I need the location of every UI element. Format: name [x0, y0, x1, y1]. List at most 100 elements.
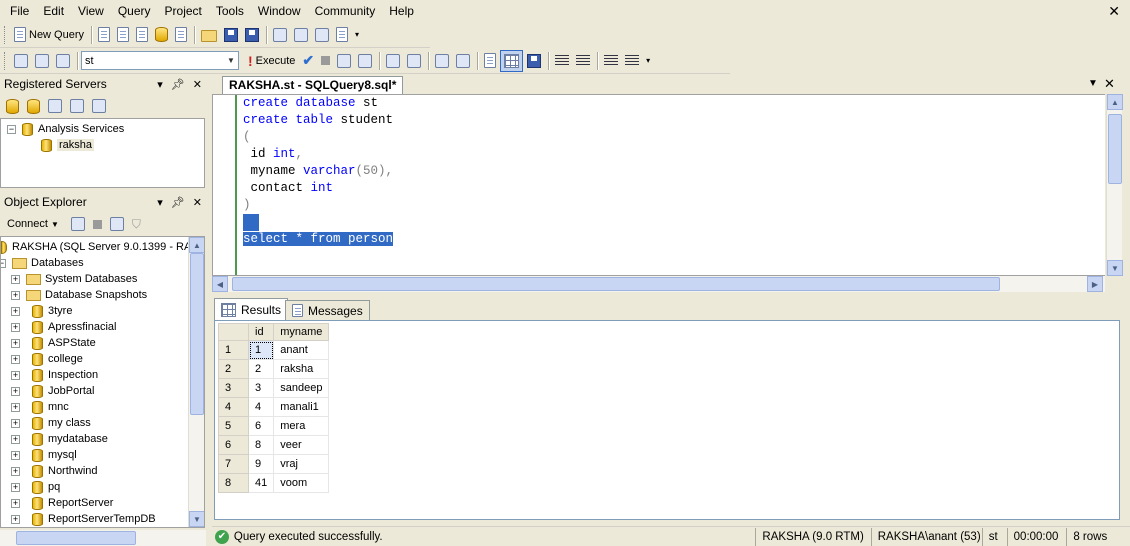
query-options-button[interactable]	[383, 50, 403, 72]
tree-node-database[interactable]: + ReportServerTempDB	[11, 511, 156, 527]
open-file-button[interactable]	[198, 24, 220, 46]
row-number-cell[interactable]: 2	[218, 359, 249, 379]
close-icon[interactable]: ✕	[193, 78, 202, 91]
integration-services-icon[interactable]	[92, 99, 106, 113]
window-close-icon[interactable]: ✕	[1108, 3, 1120, 20]
available-databases-select[interactable]: st ▼	[81, 51, 239, 70]
row-number-cell[interactable]: 5	[218, 416, 249, 436]
menu-community[interactable]: Community	[308, 0, 383, 22]
expand-icon[interactable]: +	[11, 450, 20, 460]
cell-id[interactable]: 3	[247, 378, 275, 398]
tree-node-database[interactable]: + Apressfinacial	[11, 319, 116, 335]
tree-node-database[interactable]: + ASPState	[11, 335, 96, 351]
editor-hscrollbar[interactable]: ◀ ▶	[212, 276, 1105, 292]
expand-icon[interactable]: +	[11, 354, 20, 364]
properties-button[interactable]	[333, 24, 351, 46]
filter-icon[interactable]: ⛉	[132, 217, 141, 232]
menu-help[interactable]: Help	[382, 0, 421, 22]
cell-myname[interactable]: mera	[273, 416, 330, 436]
row-number-cell[interactable]: 3	[218, 378, 249, 398]
client-statistics-button[interactable]	[453, 50, 473, 72]
increase-indent-button[interactable]	[622, 50, 642, 72]
tab-messages[interactable]: Messages	[285, 300, 370, 320]
dropdown-icon[interactable]: ▾	[157, 196, 163, 209]
cell-id[interactable]: 1	[247, 340, 275, 360]
menu-query[interactable]: Query	[111, 0, 158, 22]
cell-myname[interactable]: manali1	[273, 397, 330, 417]
menu-window[interactable]: Window	[251, 0, 308, 22]
expand-icon[interactable]: +	[11, 514, 20, 524]
scroll-down-icon[interactable]: ▼	[189, 511, 204, 527]
scroll-down-icon[interactable]: ▼	[1107, 260, 1123, 276]
scrollbar-thumb[interactable]	[190, 253, 204, 415]
parse-button[interactable]: ✔	[299, 50, 317, 72]
toolbar-grip[interactable]	[4, 25, 7, 44]
refresh-icon[interactable]	[109, 217, 124, 231]
analysis-xmla-query-button[interactable]	[152, 24, 171, 46]
results-to-file-button[interactable]	[524, 50, 544, 72]
registered-servers-button[interactable]	[270, 24, 290, 46]
expand-icon[interactable]: +	[11, 290, 20, 300]
tree-node-databases[interactable]: − Databases	[1, 255, 84, 271]
include-actual-plan-button[interactable]	[432, 50, 452, 72]
expand-icon[interactable]: +	[11, 402, 20, 412]
tab-results[interactable]: Results	[214, 298, 289, 320]
decrease-indent-button[interactable]	[601, 50, 621, 72]
cell-id[interactable]: 41	[247, 473, 275, 493]
tree-node-database[interactable]: + pq	[11, 479, 60, 495]
intellisense-button[interactable]	[404, 50, 424, 72]
results-to-text-button[interactable]	[481, 50, 499, 72]
cell-id[interactable]: 6	[247, 416, 275, 436]
comment-out-button[interactable]	[552, 50, 572, 72]
results-to-grid-button[interactable]	[500, 49, 524, 72]
change-connection-button[interactable]	[53, 50, 73, 72]
row-number-cell[interactable]: 6	[218, 435, 249, 455]
expand-icon[interactable]: +	[11, 482, 20, 492]
analysis-mdx-query-button[interactable]	[114, 24, 132, 46]
analysis-services-icon[interactable]	[27, 98, 40, 114]
table-row[interactable]: 3 3 sandeep	[218, 378, 330, 398]
query-editor[interactable]: create database st create table student …	[212, 94, 1123, 276]
row-number-cell[interactable]: 7	[218, 454, 249, 474]
doc-close-icon[interactable]: ✕	[1104, 76, 1115, 92]
expand-icon[interactable]: +	[11, 418, 20, 428]
table-row[interactable]: 6 8 veer	[218, 435, 330, 455]
sql-mobile-query-button[interactable]	[172, 24, 190, 46]
toolbar-grip[interactable]	[4, 51, 7, 70]
template-explorer-button[interactable]	[312, 24, 332, 46]
cell-myname[interactable]: raksha	[273, 359, 330, 379]
expand-icon[interactable]: +	[11, 306, 20, 316]
menu-edit[interactable]: Edit	[36, 0, 71, 22]
tab-sqlquery8[interactable]: RAKSHA.st - SQLQuery8.sql*	[222, 76, 404, 94]
cell-myname[interactable]: voom	[273, 473, 330, 493]
tree-node-database[interactable]: + my class	[11, 415, 91, 431]
connect-button[interactable]	[11, 50, 31, 72]
scroll-up-icon[interactable]: ▲	[1107, 94, 1123, 110]
scrollbar-thumb[interactable]	[232, 277, 1000, 291]
object-explorer-scrollbar[interactable]: ▲ ▼	[188, 237, 204, 527]
menu-tools[interactable]: Tools	[209, 0, 251, 22]
analysis-dmx-query-button[interactable]	[133, 24, 151, 46]
save-button[interactable]	[221, 24, 241, 46]
save-all-button[interactable]	[242, 24, 262, 46]
display-estimated-plan-button[interactable]	[334, 50, 354, 72]
collapse-icon[interactable]: −	[7, 124, 16, 134]
table-row[interactable]: 2 2 raksha	[218, 359, 330, 379]
row-number-cell[interactable]: 4	[218, 397, 249, 417]
cancel-query-button[interactable]	[318, 50, 333, 72]
tree-node-database[interactable]: + Northwind	[11, 463, 98, 479]
expand-icon[interactable]: +	[11, 498, 20, 508]
tree-node-database[interactable]: + college	[11, 351, 83, 367]
database-engine-icon[interactable]	[6, 98, 19, 114]
tree-node-raksha[interactable]: raksha	[41, 137, 95, 153]
scroll-right-icon[interactable]: ▶	[1087, 276, 1103, 292]
tree-node-server[interactable]: RAKSHA (SQL Server 9.0.1399 - RAK	[1, 239, 199, 255]
stop-icon[interactable]	[92, 219, 102, 229]
dropdown-icon[interactable]: ▾	[157, 78, 163, 91]
expand-icon[interactable]: +	[11, 370, 20, 380]
object-explorer-hscrollbar[interactable]	[0, 530, 206, 546]
column-header-myname[interactable]: myname	[273, 323, 330, 341]
toolbar-options-button[interactable]: ▾	[352, 24, 362, 46]
tree-node-database[interactable]: + JobPortal	[11, 383, 94, 399]
cell-myname[interactable]: anant	[273, 340, 330, 360]
